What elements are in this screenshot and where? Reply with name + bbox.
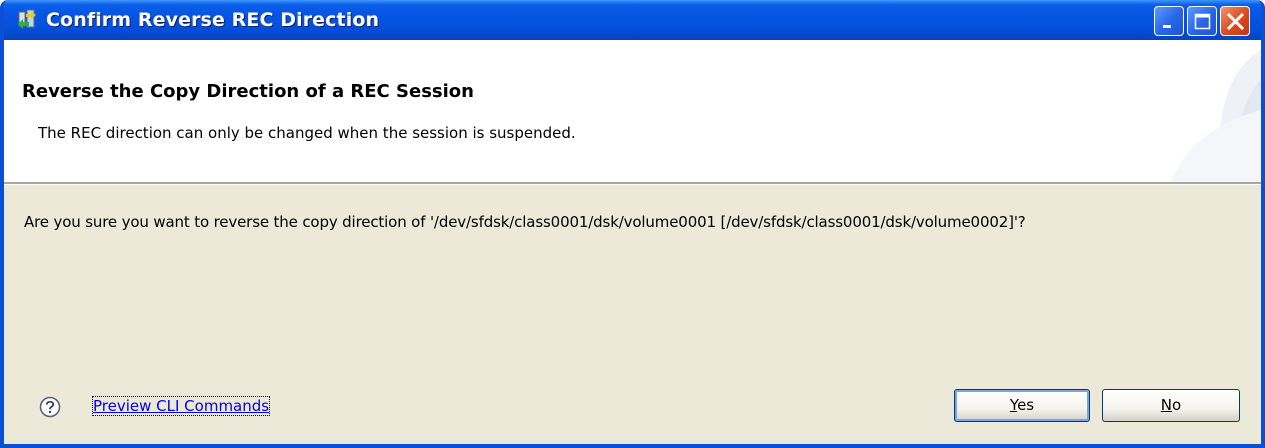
app-icon bbox=[17, 9, 37, 31]
dialog-header: Reverse the Copy Direction of a REC Sess… bbox=[4, 40, 1261, 182]
no-button-label: o bbox=[1172, 396, 1182, 414]
close-button[interactable] bbox=[1220, 6, 1250, 36]
header-description: The REC direction can only be changed wh… bbox=[38, 124, 576, 142]
minimize-icon bbox=[1163, 25, 1171, 28]
no-button[interactable]: No bbox=[1102, 389, 1240, 422]
window-title: Confirm Reverse REC Direction bbox=[46, 9, 380, 31]
preview-cli-commands-link[interactable]: Preview CLI Commands bbox=[91, 396, 271, 416]
yes-button-label: es bbox=[1017, 396, 1035, 414]
close-icon bbox=[1226, 12, 1245, 31]
help-icon[interactable] bbox=[39, 396, 61, 418]
title-bar[interactable]: Confirm Reverse REC Direction bbox=[4, 0, 1261, 40]
dialog-window: Confirm Reverse REC Direction Reverse th… bbox=[0, 0, 1265, 448]
yes-button[interactable]: Yes bbox=[954, 389, 1090, 422]
yes-button-mnemonic: Y bbox=[1009, 396, 1018, 414]
header-separator bbox=[4, 182, 1261, 185]
maximize-button[interactable] bbox=[1187, 6, 1217, 36]
minimize-button[interactable] bbox=[1154, 6, 1184, 36]
confirmation-message: Are you sure you want to reverse the cop… bbox=[24, 213, 1026, 231]
maximize-icon bbox=[1194, 13, 1211, 30]
header-title: Reverse the Copy Direction of a REC Sess… bbox=[22, 81, 474, 102]
header-banner-graphic bbox=[1171, 50, 1261, 182]
no-button-mnemonic: N bbox=[1160, 396, 1173, 414]
